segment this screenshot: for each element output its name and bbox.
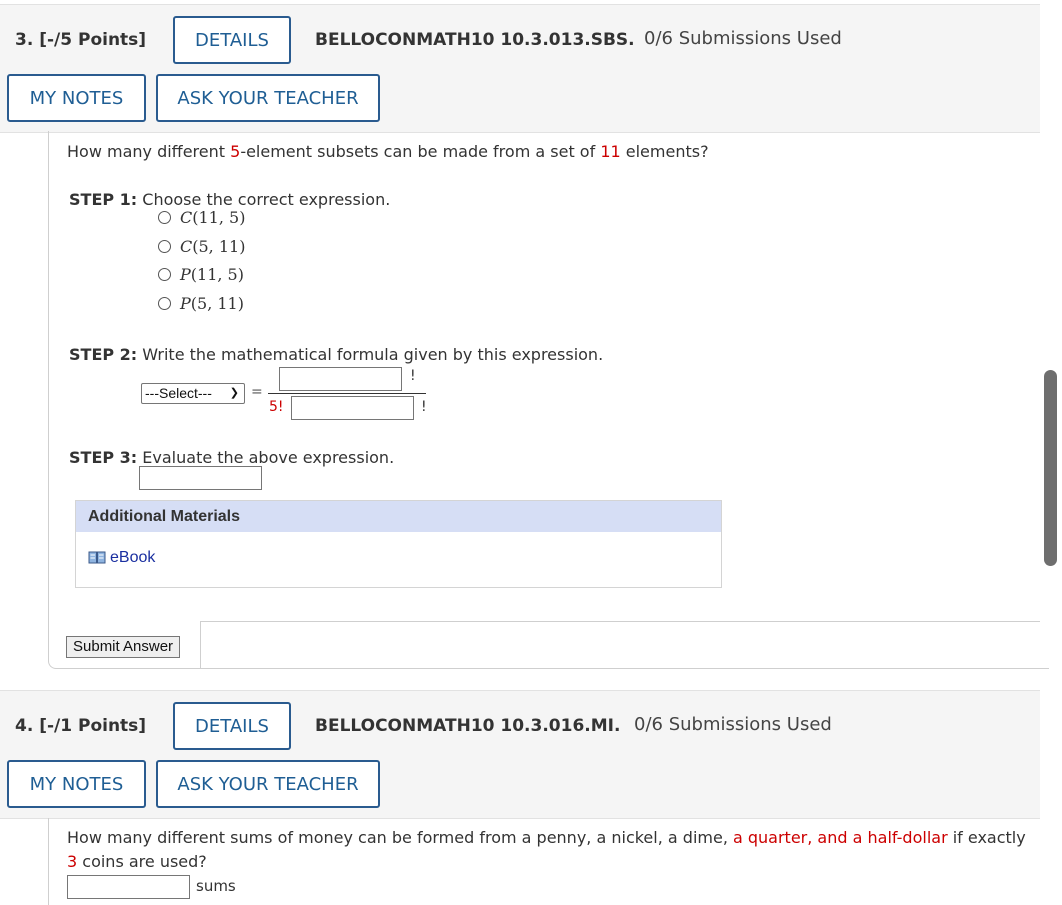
denominator-input[interactable] — [291, 396, 414, 420]
radio-button[interactable] — [158, 268, 171, 281]
denominator-5-factorial: 5! — [269, 399, 284, 415]
question-4-text-line-2: 3 coins are used? — [67, 852, 207, 871]
equals-sign: = — [251, 384, 263, 400]
question-3-header: 3. [-/5 Points] DETAILS BELLOCONMATH10 1… — [0, 4, 1040, 133]
question-4-unit: sums — [196, 877, 236, 895]
question-4-header: 4. [-/1 Points] DETAILS BELLOCONMATH10 1… — [0, 690, 1040, 819]
details-button[interactable]: DETAILS — [173, 702, 291, 750]
chevron-down-icon: ❯ — [229, 387, 239, 399]
my-notes-button[interactable]: MY NOTES — [7, 760, 146, 808]
submit-area-divider — [200, 621, 1040, 622]
radio-button[interactable] — [158, 240, 171, 253]
my-notes-button[interactable]: MY NOTES — [7, 74, 146, 122]
denominator-factorial: ! — [421, 399, 427, 415]
question-3-text: How many different 5-element subsets can… — [67, 142, 709, 161]
question-4-number: 4. [-/1 Points] — [15, 716, 147, 736]
submit-answer-button[interactable]: Submit Answer — [66, 636, 181, 658]
expression-select[interactable]: ---Select--- ❯ — [141, 383, 245, 404]
step-1-option-4[interactable]: P(5, 11) — [158, 294, 244, 313]
step-1-instruction: STEP 1: Choose the correct expression. — [69, 190, 391, 209]
ask-your-teacher-button[interactable]: ASK YOUR TEACHER — [156, 760, 380, 808]
ask-your-teacher-button[interactable]: ASK YOUR TEACHER — [156, 74, 380, 122]
details-button[interactable]: DETAILS — [173, 16, 291, 64]
additional-materials-title: Additional Materials — [76, 501, 721, 532]
ebook-link[interactable]: eBook — [88, 549, 155, 567]
submit-area-left-edge — [200, 621, 201, 668]
book-icon — [88, 551, 106, 565]
question-3-submissions: 0/6 Submissions Used — [644, 28, 842, 49]
question-3-code: BELLOCONMATH10 10.3.013.SBS. — [315, 30, 635, 50]
numerator-input[interactable] — [279, 367, 402, 391]
vertical-scrollbar-thumb[interactable] — [1044, 370, 1057, 566]
question-3-number: 3. [-/5 Points] — [15, 30, 147, 50]
numerator-factorial: ! — [410, 368, 416, 384]
question-4-body — [48, 818, 49, 905]
step-2-instruction: STEP 2: Write the mathematical formula g… — [69, 345, 604, 364]
step-1-option-3[interactable]: P(11, 5) — [158, 265, 244, 284]
fraction-bar — [268, 393, 426, 394]
step-1-option-1[interactable]: C(11, 5) — [158, 208, 245, 227]
radio-button[interactable] — [158, 297, 171, 310]
radio-button[interactable] — [158, 211, 171, 224]
step-3-answer-input[interactable] — [139, 466, 262, 490]
question-4-submissions: 0/6 Submissions Used — [634, 714, 832, 735]
question-4-code: BELLOCONMATH10 10.3.016.MI. — [315, 716, 621, 736]
additional-materials-panel: Additional Materials eBook — [75, 500, 722, 588]
step-3-instruction: STEP 3: Evaluate the above expression. — [69, 448, 395, 467]
step-1-option-2[interactable]: C(5, 11) — [158, 237, 245, 256]
question-4-answer-input[interactable] — [67, 875, 190, 899]
question-4-text-line-1: How many different sums of money can be … — [67, 828, 1026, 847]
